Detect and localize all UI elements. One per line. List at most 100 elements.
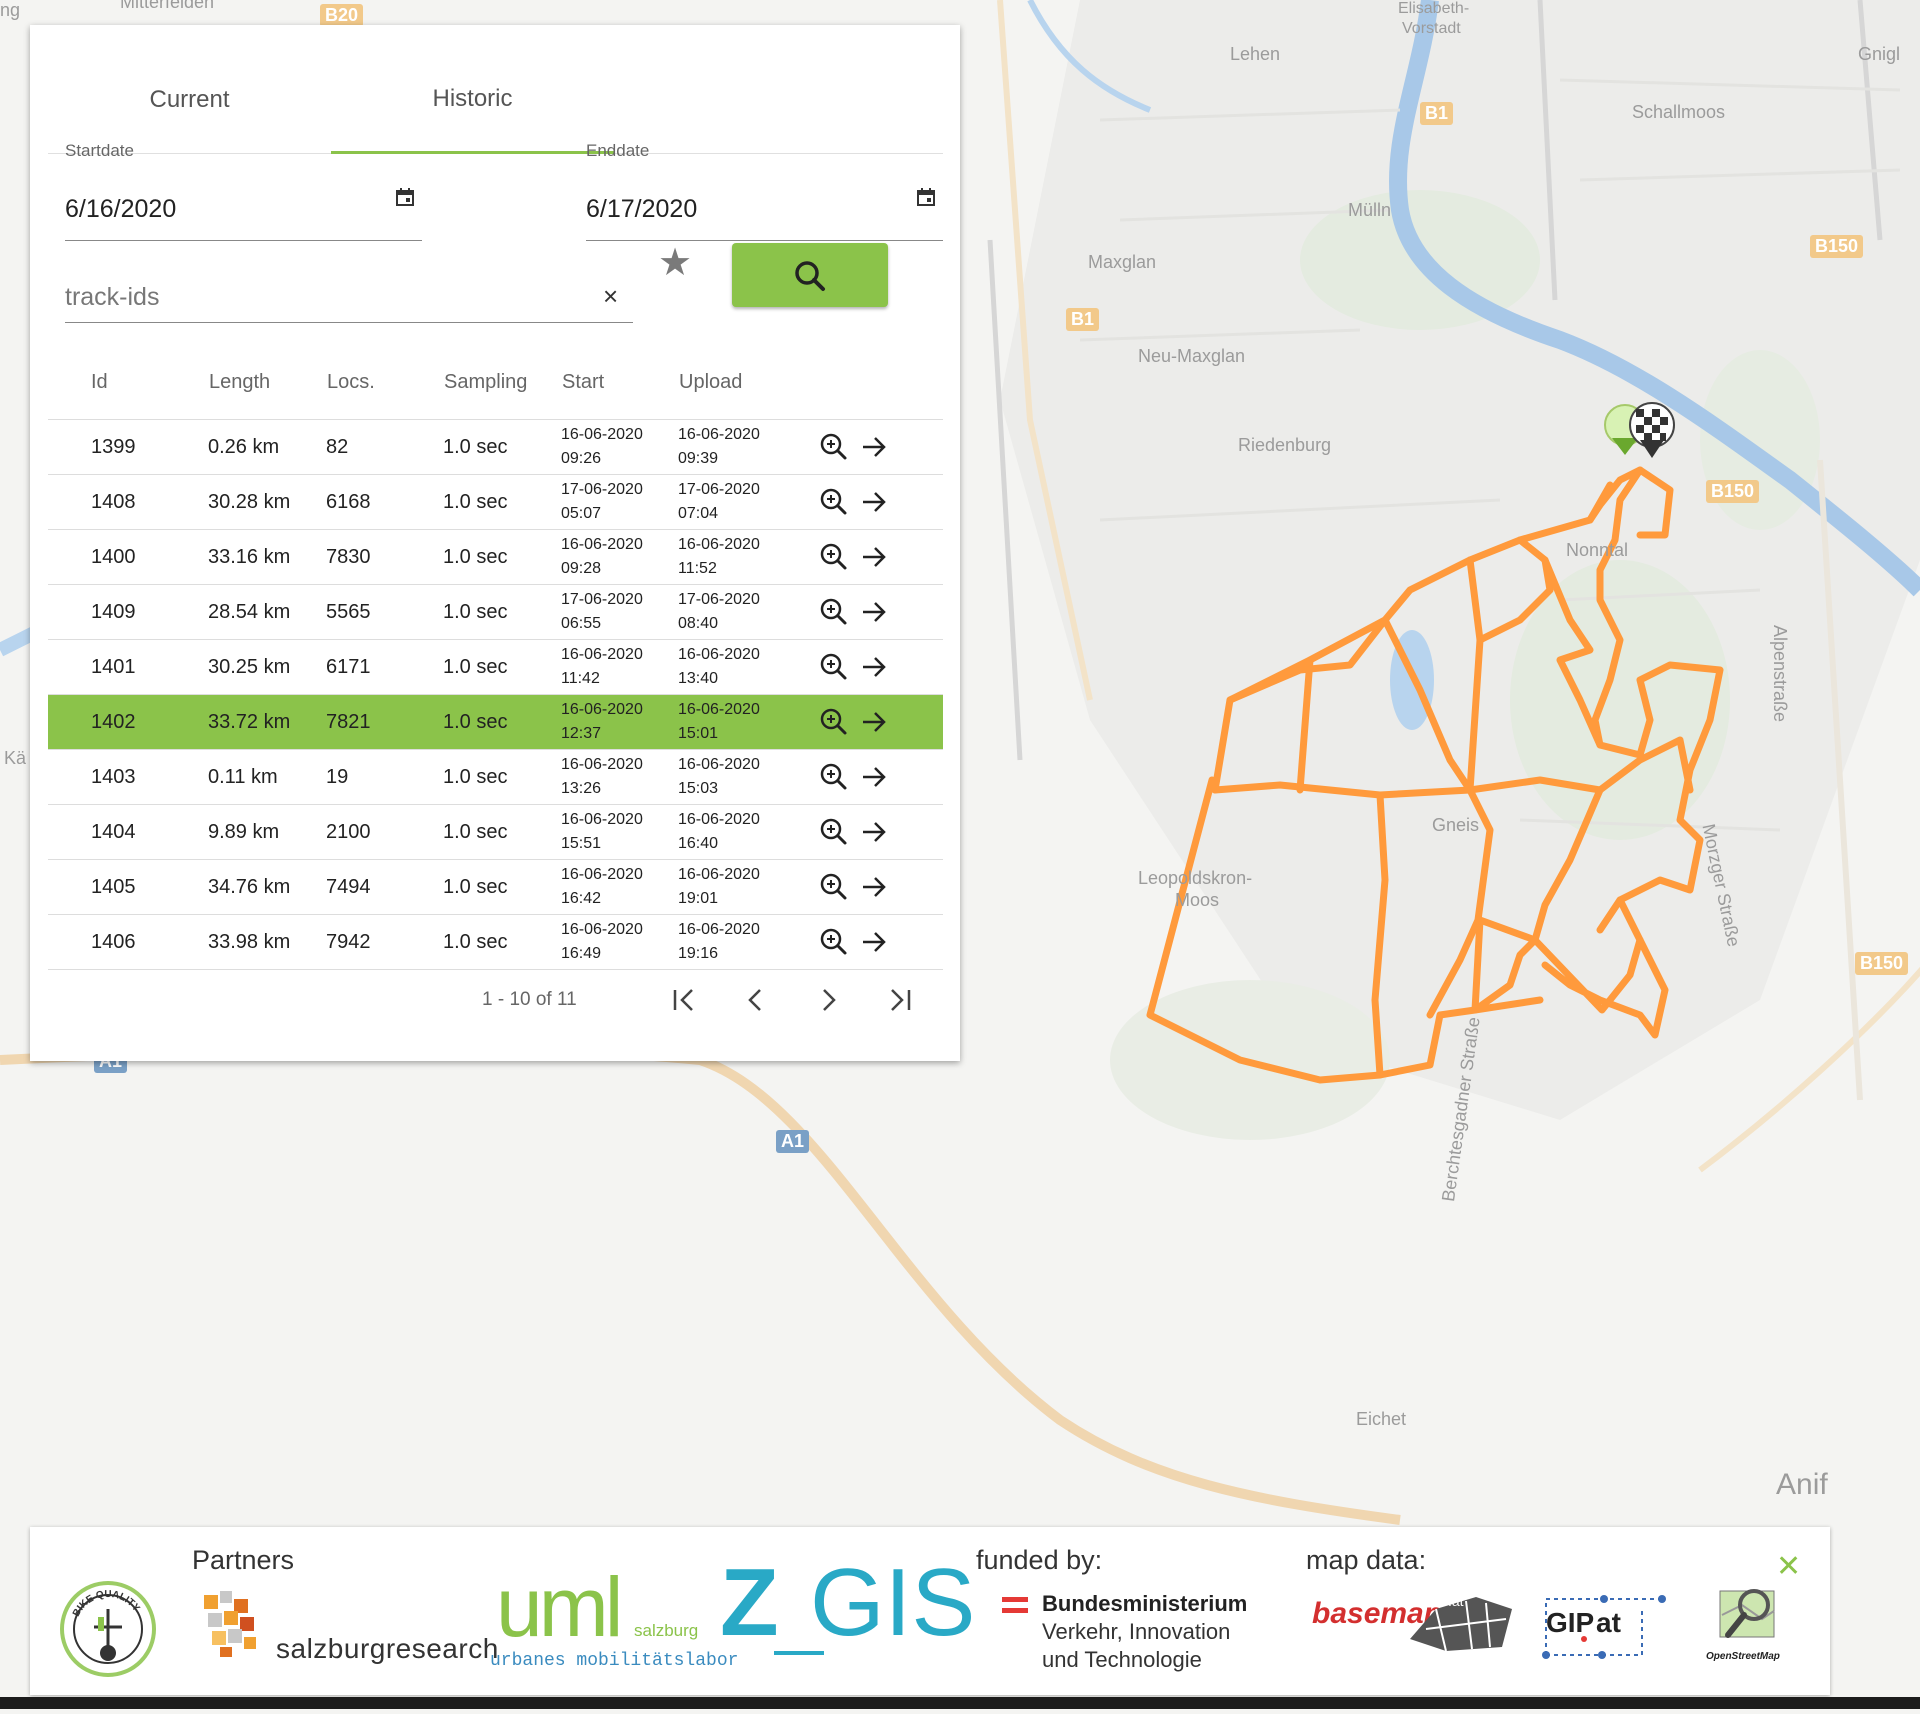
track-ids-placeholder: track-ids (65, 283, 160, 311)
zoom-in-icon[interactable] (814, 427, 854, 467)
first-page-icon[interactable] (664, 980, 704, 1020)
cell-upload: 16-06-2020 19:16 (678, 914, 814, 970)
map-label: Schallmoos (1632, 102, 1726, 122)
cell-upload: 17-06-2020 07:04 (678, 474, 814, 530)
arrow-right-icon[interactable] (854, 812, 894, 852)
cell-sampling: 1.0 sec (443, 529, 561, 585)
enddate-label: Enddate (586, 141, 650, 160)
table-row[interactable]: 1399 0.26 km 82 1.0 sec 16-06-2020 09:26 16-06… (48, 419, 943, 475)
zoom-in-icon[interactable] (814, 757, 854, 797)
arrow-right-icon[interactable] (854, 702, 894, 742)
cell-actions (814, 639, 943, 695)
col-actions (814, 345, 943, 420)
bike-quality-logo: BIKE QUALITY (60, 1581, 156, 1677)
cell-length: 30.25 km (208, 639, 326, 695)
cell-upload: 16-06-2020 11:52 (678, 529, 814, 585)
cell-actions (814, 859, 943, 915)
cell-upload: 17-06-2020 08:40 (678, 584, 814, 640)
cell-upload: 16-06-2020 13:40 (678, 639, 814, 695)
favorite-star-icon[interactable]: ★ (658, 240, 692, 285)
zoom-in-icon[interactable] (814, 537, 854, 577)
cell-actions (814, 804, 943, 860)
map-label: Anif (1776, 1468, 1828, 1501)
calendar-icon[interactable] (396, 188, 414, 206)
table-row[interactable]: 1403 0.11 km 19 1.0 sec 16-06-2020 13:26 16-06… (48, 749, 943, 805)
previous-page-icon[interactable] (736, 980, 776, 1020)
table-row[interactable]: 1400 33.16 km 7830 1.0 sec 16-06-2020 09:28 16… (48, 529, 943, 585)
map-label: Vorstadt (1402, 20, 1461, 37)
search-button[interactable] (732, 243, 888, 307)
next-page-icon[interactable] (808, 980, 848, 1020)
upload-date: 16-06-2020 (678, 811, 760, 828)
calendar-icon[interactable] (917, 188, 935, 206)
start-time: 09:26 (561, 450, 602, 467)
cell-start: 16-06-2020 16:42 (561, 859, 678, 915)
austria-flag-icon (1002, 1597, 1028, 1613)
map-label: Elisabeth- (1398, 0, 1470, 17)
zoom-in-icon[interactable] (814, 482, 854, 522)
cell-start: 16-06-2020 16:49 (561, 914, 678, 970)
map-label: Leopoldskron- (1138, 868, 1253, 888)
upload-time: 15:01 (678, 725, 719, 742)
arrow-right-icon[interactable] (854, 482, 894, 522)
start-date: 16-06-2020 (561, 866, 643, 883)
arrow-right-icon[interactable] (854, 592, 894, 632)
ministry-line-3: und Technologie (1042, 1647, 1202, 1672)
zoom-in-icon[interactable] (814, 592, 854, 632)
close-icon[interactable]: ✕ (1776, 1549, 1801, 1584)
zoom-in-icon[interactable] (814, 867, 854, 907)
startdate-value[interactable]: 6/16/2020 (65, 195, 176, 224)
arrow-right-icon[interactable] (854, 757, 894, 797)
basemap-at-text: .at (1448, 1593, 1464, 1609)
arrow-right-icon[interactable] (854, 427, 894, 467)
tab-current[interactable]: Current (48, 47, 331, 153)
cell-id: 1400 (48, 529, 208, 585)
zoom-in-icon[interactable] (814, 922, 854, 962)
road-shield: B150 (1810, 235, 1864, 258)
cell-length: 33.72 km (208, 694, 326, 750)
table-row[interactable]: 1409 28.54 km 5565 1.0 sec 17-06-2020 06:55 17… (48, 584, 943, 640)
table-row[interactable]: 1408 30.28 km 6168 1.0 sec 17-06-2020 05:07 17… (48, 474, 943, 530)
gip-at-text: at (1596, 1607, 1621, 1638)
cell-locs: 2100 (326, 804, 443, 860)
cell-upload: 16-06-2020 09:39 (678, 419, 814, 475)
start-date: 16-06-2020 (561, 426, 643, 443)
ministry-line-1: Bundesministerium (1042, 1591, 1248, 1616)
funded-title: funded by: (976, 1545, 1103, 1575)
enddate-value[interactable]: 6/17/2020 (586, 195, 697, 224)
zoom-in-icon[interactable] (814, 702, 854, 742)
table-row[interactable]: 1405 34.76 km 7494 1.0 sec 16-06-2020 16:42 16… (48, 859, 943, 915)
start-time: 15:51 (561, 835, 602, 852)
zoom-in-icon[interactable] (814, 647, 854, 687)
enddate-field[interactable]: Enddate 6/17/2020 (586, 141, 943, 241)
road-shield: B20 (320, 4, 364, 27)
table-row[interactable]: 1406 33.98 km 7942 1.0 sec 16-06-2020 16:49 16… (48, 914, 943, 970)
zgis-logo-z: Z (720, 1549, 779, 1656)
arrow-right-icon[interactable] (854, 537, 894, 577)
cell-sampling: 1.0 sec (443, 804, 561, 860)
cell-sampling: 1.0 sec (443, 474, 561, 530)
cell-start: 16-06-2020 09:28 (561, 529, 678, 585)
cell-start: 16-06-2020 13:26 (561, 749, 678, 805)
table-row[interactable]: 1402 33.72 km 7821 1.0 sec 16-06-2020 12:37 16… (48, 694, 943, 750)
cell-start: 16-06-2020 09:26 (561, 419, 678, 475)
cell-actions (814, 749, 943, 805)
arrow-right-icon[interactable] (854, 922, 894, 962)
startdate-field[interactable]: Startdate 6/16/2020 (65, 141, 422, 241)
table-row[interactable]: 1404 9.89 km 2100 1.0 sec 16-06-2020 15:51 16-… (48, 804, 943, 860)
cell-sampling: 1.0 sec (443, 419, 561, 475)
arrow-right-icon[interactable] (854, 647, 894, 687)
tab-historic[interactable]: Historic (331, 47, 614, 154)
clear-icon[interactable]: × (603, 281, 618, 312)
arrow-right-icon[interactable] (854, 867, 894, 907)
last-page-icon[interactable] (880, 980, 920, 1020)
track-ids-input[interactable]: track-ids (65, 257, 633, 323)
cell-upload: 16-06-2020 15:03 (678, 749, 814, 805)
map-label: Mitterfelden (120, 0, 215, 12)
upload-date: 16-06-2020 (678, 701, 760, 718)
cell-start: 16-06-2020 15:51 (561, 804, 678, 860)
tracks-table: Id Length Locs. Sampling Start Upload 13… (48, 345, 943, 970)
table-row[interactable]: 1401 30.25 km 6171 1.0 sec 16-06-2020 11:42 16… (48, 639, 943, 695)
start-date: 16-06-2020 (561, 646, 643, 663)
zoom-in-icon[interactable] (814, 812, 854, 852)
